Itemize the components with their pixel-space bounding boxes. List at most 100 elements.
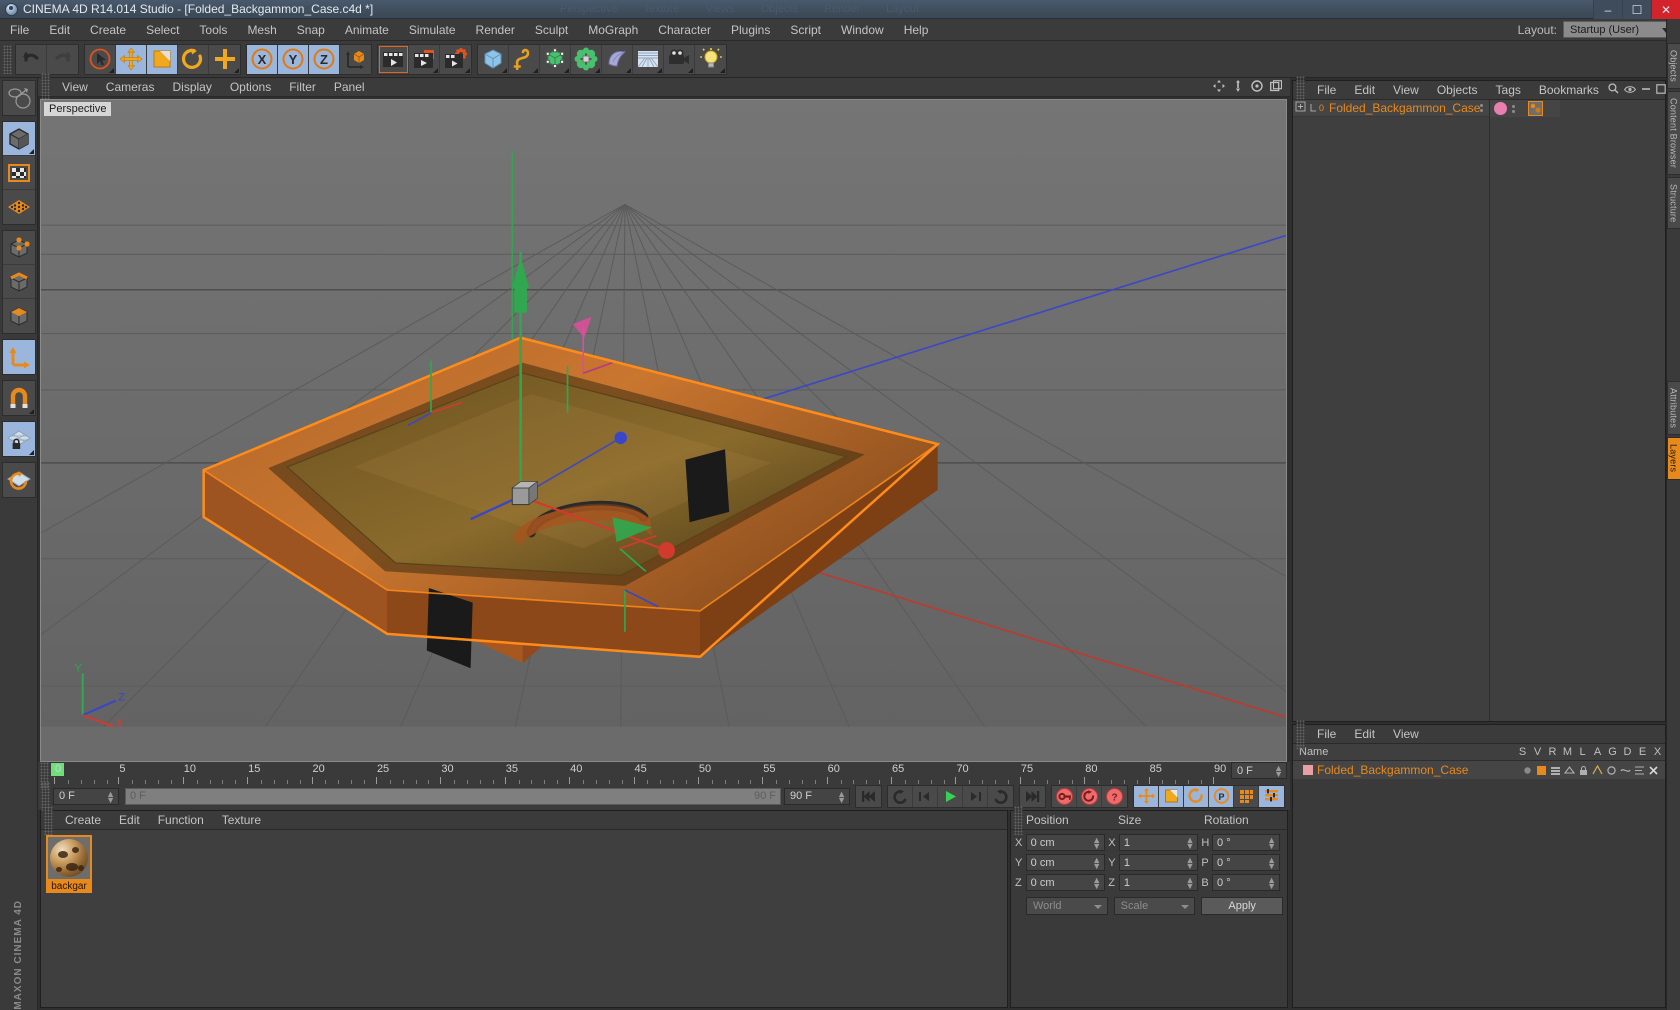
add-light-button[interactable]	[695, 44, 726, 74]
material-menu-create[interactable]: Create	[56, 811, 110, 830]
spinner-icon[interactable]: ▲ ▼	[1185, 876, 1194, 891]
collapse-icon[interactable]	[1641, 83, 1651, 97]
menu-sculpt[interactable]: Sculpt	[525, 19, 578, 41]
enable-snap-button[interactable]	[3, 381, 35, 415]
edges-mode-button[interactable]	[2, 265, 35, 299]
layer-row[interactable]: Folded_Backgammon_Case	[1293, 761, 1665, 779]
spinner-icon[interactable]: ▲ ▼	[1092, 836, 1101, 851]
coordinate-grip[interactable]	[1014, 805, 1023, 835]
add-camera-button[interactable]	[664, 44, 695, 74]
timeline-scrollbar[interactable]: 0 F 90 F	[125, 787, 781, 805]
rotate-tool[interactable]	[178, 44, 209, 74]
position-y-field[interactable]: 0 cm ▲ ▼	[1025, 854, 1106, 871]
viewport-menu-cameras[interactable]: Cameras	[97, 78, 164, 97]
maximize-view-icon[interactable]	[1270, 79, 1283, 95]
current-frame-display[interactable]: 0 F ▲ ▼	[1231, 762, 1287, 779]
y-axis-lock[interactable]: Y	[278, 44, 309, 74]
layer-swatch-icon[interactable]	[1303, 765, 1313, 775]
timeline-toggle[interactable]	[1259, 785, 1284, 807]
menu-create[interactable]: Create	[80, 19, 136, 41]
start-frame-field[interactable]: 0 F ▲ ▼	[53, 787, 119, 805]
viewport-menu-panel[interactable]: Panel	[325, 78, 374, 97]
timeline-ruler[interactable]: 0 5 10 15 20 25 30 35 40 45 50 55 60 65 70 75 80 85 90 0 F…	[38, 758, 1290, 788]
material-tag-icon[interactable]	[1494, 102, 1508, 115]
render-view-button[interactable]	[378, 44, 409, 74]
spinner-icon[interactable]: ▲ ▼	[1185, 836, 1194, 851]
pla-key-toggle[interactable]	[1234, 785, 1259, 807]
viewport-menu-options[interactable]: Options	[221, 78, 280, 97]
world-object-coords-button[interactable]	[340, 44, 371, 74]
add-environment-button[interactable]	[633, 44, 664, 74]
tab-layers[interactable]: Layers	[1666, 437, 1680, 480]
start-frame-spinner-icon[interactable]: ▲ ▼	[106, 789, 115, 804]
spinner-icon[interactable]: ▲ ▼	[1092, 876, 1101, 891]
spinner-icon[interactable]: ▲ ▼	[1092, 856, 1101, 871]
object-menu-bookmarks[interactable]: Bookmarks	[1530, 81, 1608, 100]
object-row[interactable]: 0 Folded_Backgammon_Case	[1293, 100, 1490, 117]
undo-button[interactable]	[16, 44, 47, 74]
size-mode-dropdown[interactable]: Scale	[1113, 897, 1196, 915]
points-mode-button[interactable]	[2, 231, 35, 265]
spinner-icon[interactable]: ▲ ▼	[1185, 856, 1194, 871]
visibility-dots[interactable]	[1480, 104, 1484, 112]
timeline-ruler-track[interactable]: 0 5 10 15 20 25 30 35 40 45 50 55 60 65 70 75 80 85 90	[51, 762, 1228, 784]
object-axis-mode-button[interactable]	[2, 340, 35, 374]
redo-button[interactable]	[47, 44, 78, 74]
attribute-menu-edit[interactable]: Edit	[1345, 725, 1384, 744]
rotation-h-field[interactable]: 0 ° ▲ ▼	[1212, 834, 1280, 851]
rotation-p-field[interactable]: 0 ° ▲ ▼	[1212, 854, 1280, 871]
z-axis-lock[interactable]: Z	[309, 44, 340, 74]
menu-character[interactable]: Character	[648, 19, 721, 41]
menu-window[interactable]: Window	[831, 19, 894, 41]
record-active-objects-button[interactable]	[1052, 785, 1077, 807]
position-key-toggle[interactable]	[1134, 785, 1159, 807]
object-tree[interactable]: 0 Folded_Backgammon_Case	[1293, 100, 1665, 721]
step-forward-button[interactable]	[963, 785, 988, 807]
layer-flag-icons[interactable]	[1522, 764, 1665, 776]
object-menu-file[interactable]: File	[1308, 81, 1345, 100]
toolbar-grip[interactable]	[3, 44, 12, 74]
material-menu-edit[interactable]: Edit	[110, 811, 149, 830]
render-to-picture-viewer-button[interactable]	[409, 44, 440, 74]
attribute-menu-view[interactable]: View	[1384, 725, 1428, 744]
menu-select[interactable]: Select	[136, 19, 189, 41]
coordinate-system-dropdown[interactable]: World	[1026, 897, 1108, 915]
layout-dropdown[interactable]: Startup (User)	[1563, 21, 1676, 38]
step-back-button[interactable]	[913, 785, 938, 807]
close-button[interactable]: ✕	[1651, 0, 1680, 19]
tab-objects[interactable]: Objects	[1666, 43, 1680, 89]
add-deformer-button[interactable]	[571, 44, 602, 74]
menu-mesh[interactable]: Mesh	[237, 19, 286, 41]
viewport-menu-view[interactable]: View	[53, 78, 97, 97]
go-to-start-button[interactable]	[856, 786, 881, 807]
workplane-rotate-button[interactable]	[3, 463, 35, 497]
attribute-menu-grip[interactable]	[1296, 719, 1305, 749]
menu-help[interactable]: Help	[894, 19, 939, 41]
layer-name[interactable]: Folded_Backgammon_Case	[1317, 763, 1468, 777]
object-menu-tags[interactable]: Tags	[1487, 81, 1530, 100]
tab-structure[interactable]: Structure	[1666, 176, 1680, 230]
material-list[interactable]: backgar	[41, 830, 1007, 1007]
menu-edit[interactable]: Edit	[39, 19, 80, 41]
object-tree-rows[interactable]: 0 Folded_Backgammon_Case	[1293, 100, 1491, 721]
add-scene-object-button[interactable]	[602, 44, 633, 74]
viewport-menu-display[interactable]: Display	[163, 78, 220, 97]
menu-plugins[interactable]: Plugins	[721, 19, 780, 41]
rotation-b-field[interactable]: 0 ° ▲ ▼	[1212, 874, 1280, 891]
go-to-previous-key-button[interactable]	[888, 785, 913, 807]
material-item[interactable]: backgar	[46, 835, 92, 893]
spinner-icon[interactable]: ▲ ▼	[1267, 836, 1276, 851]
workplane-button[interactable]	[3, 190, 35, 224]
position-z-field[interactable]: 0 cm ▲ ▼	[1025, 874, 1106, 891]
expand-toggle-icon[interactable]	[1295, 101, 1306, 115]
spinner-icon[interactable]: ▲ ▼	[1267, 876, 1276, 891]
add-tool-button[interactable]	[209, 44, 240, 74]
add-cube-button[interactable]	[478, 44, 509, 74]
perspective-viewport[interactable]: Perspective Y Z X	[40, 99, 1287, 762]
polygons-mode-button[interactable]	[3, 299, 35, 333]
live-selection-tool[interactable]	[85, 44, 116, 74]
apply-button[interactable]: Apply	[1201, 897, 1283, 915]
object-tags[interactable]	[1490, 100, 1561, 117]
object-tag-column[interactable]	[1490, 100, 1665, 721]
spinner-icon[interactable]: ▲ ▼	[1267, 856, 1276, 871]
